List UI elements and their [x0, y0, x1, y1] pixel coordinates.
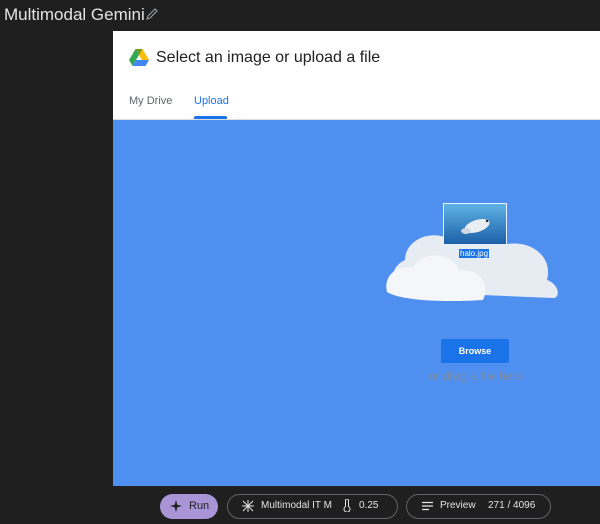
- menu-lines-icon: [422, 501, 433, 511]
- left-panel: [0, 36, 113, 486]
- preview-label: Preview: [440, 500, 476, 511]
- dragged-image-thumbnail: [443, 203, 507, 245]
- dragged-file-name: halo.jpg: [459, 249, 490, 258]
- run-button[interactable]: Run: [160, 494, 218, 519]
- model-icon: [242, 500, 254, 512]
- drag-hint: or drag a file here: [428, 369, 524, 383]
- model-settings-pill[interactable]: Multimodal IT M 0.25: [227, 494, 398, 519]
- dialog-title: Select an image or upload a file: [156, 49, 381, 66]
- pencil-icon[interactable]: [145, 7, 159, 21]
- browse-button[interactable]: Browse: [441, 339, 509, 363]
- tab-my-drive[interactable]: My Drive: [129, 95, 172, 107]
- dialog-header: Select an image or upload a file My Driv…: [113, 31, 600, 120]
- bottom-toolbar: Run Multimodal IT M 0.25 Preview 271 / 4…: [0, 486, 600, 524]
- google-drive-logo: [129, 49, 149, 66]
- run-label: Run: [189, 500, 210, 512]
- temperature-value: 0.25: [359, 500, 379, 511]
- model-name: Multimodal IT M: [261, 500, 332, 511]
- drop-zone[interactable]: halo.jpg Browse or drag a file here: [113, 120, 600, 486]
- sparkle-icon: [170, 500, 182, 512]
- tab-upload[interactable]: Upload: [194, 95, 229, 107]
- file-picker-dialog: Select an image or upload a file My Driv…: [113, 31, 600, 486]
- token-count: 271 / 4096: [488, 500, 536, 511]
- active-tab-indicator: [194, 116, 227, 119]
- preview-pill[interactable]: Preview 271 / 4096: [406, 494, 551, 519]
- thermometer-icon: [343, 499, 351, 512]
- app-title[interactable]: Multimodal Gemini: [4, 5, 145, 25]
- top-bar: Multimodal Gemini: [0, 0, 600, 30]
